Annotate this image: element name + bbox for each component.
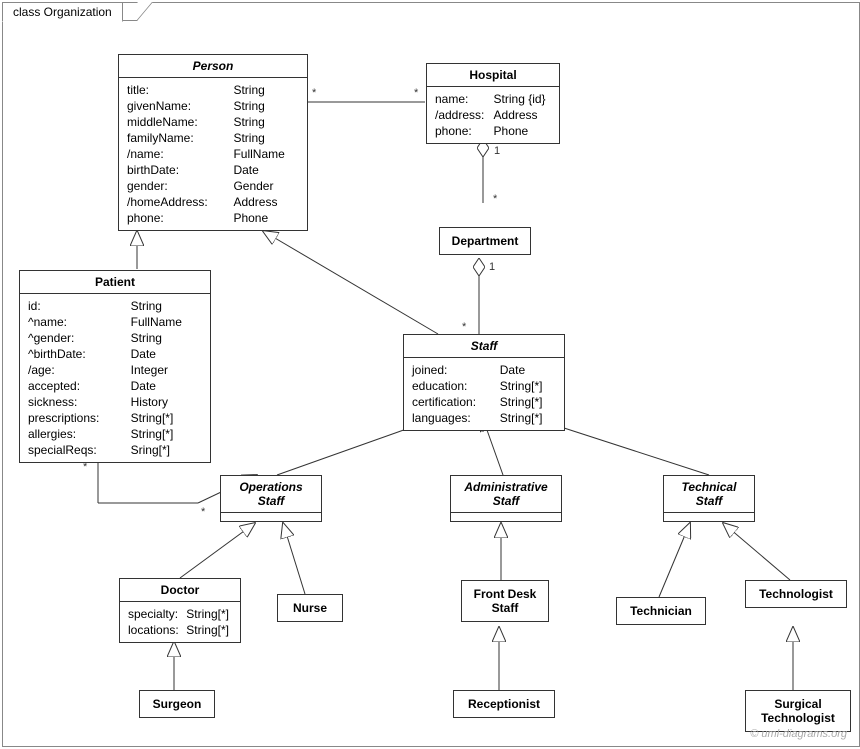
class-receptionist: Receptionist xyxy=(453,690,555,718)
class-patient: Patient id:String ^name:FullName ^gender… xyxy=(19,270,211,463)
class-ops-staff-title: Operations Staff xyxy=(221,476,321,512)
class-tech-staff-title: Technical Staff xyxy=(664,476,754,512)
mult-person-hospital-l: * xyxy=(312,87,316,99)
mult-dept-staff-1: 1 xyxy=(489,261,495,273)
mult-hosp-dept-1: 1 xyxy=(494,145,500,157)
class-staff-title: Staff xyxy=(404,335,564,358)
class-surgeon: Surgeon xyxy=(139,690,215,718)
class-person: Person title:String givenName:String mid… xyxy=(118,54,308,231)
class-tech-staff: Technical Staff xyxy=(663,475,755,522)
class-technologist: Technologist xyxy=(745,580,847,608)
class-staff: Staff joined:Date education:String[*] ce… xyxy=(403,334,565,431)
diagram-frame: class Organization xyxy=(2,2,860,747)
class-patient-title: Patient xyxy=(20,271,210,294)
class-admin-staff-title: Administrative Staff xyxy=(451,476,561,512)
class-technician: Technician xyxy=(616,597,706,625)
mult-person-hospital-r: * xyxy=(414,87,418,99)
class-doctor-title: Doctor xyxy=(120,579,240,602)
class-ops-staff: Operations Staff xyxy=(220,475,322,522)
class-hospital-attrs: name:String {id} /address:Address phone:… xyxy=(433,91,553,139)
class-surgtech: Surgical Technologist xyxy=(745,690,851,732)
class-frontdesk: Front Desk Staff xyxy=(461,580,549,622)
mult-hosp-dept-star: * xyxy=(493,193,497,205)
class-hospital: Hospital name:String {id} /address:Addre… xyxy=(426,63,560,144)
class-patient-attrs: id:String ^name:FullName ^gender:String … xyxy=(26,298,204,458)
mult-patient-ops-r: * xyxy=(201,506,205,518)
watermark: © uml-diagrams.org xyxy=(750,728,847,740)
class-admin-staff: Administrative Staff xyxy=(450,475,562,522)
class-doctor: Doctor specialty:String[*] locations:Str… xyxy=(119,578,241,643)
class-hospital-title: Hospital xyxy=(427,64,559,87)
class-person-title: Person xyxy=(119,55,307,78)
class-person-attrs: title:String givenName:String middleName… xyxy=(125,82,301,226)
class-staff-attrs: joined:Date education:String[*] certific… xyxy=(410,362,558,426)
class-nurse: Nurse xyxy=(277,594,343,622)
class-department: Department xyxy=(439,227,531,255)
mult-patient-ops-l: * xyxy=(83,461,87,473)
class-doctor-attrs: specialty:String[*] locations:String[*] xyxy=(126,606,234,638)
mult-dept-staff-star: * xyxy=(462,321,466,333)
